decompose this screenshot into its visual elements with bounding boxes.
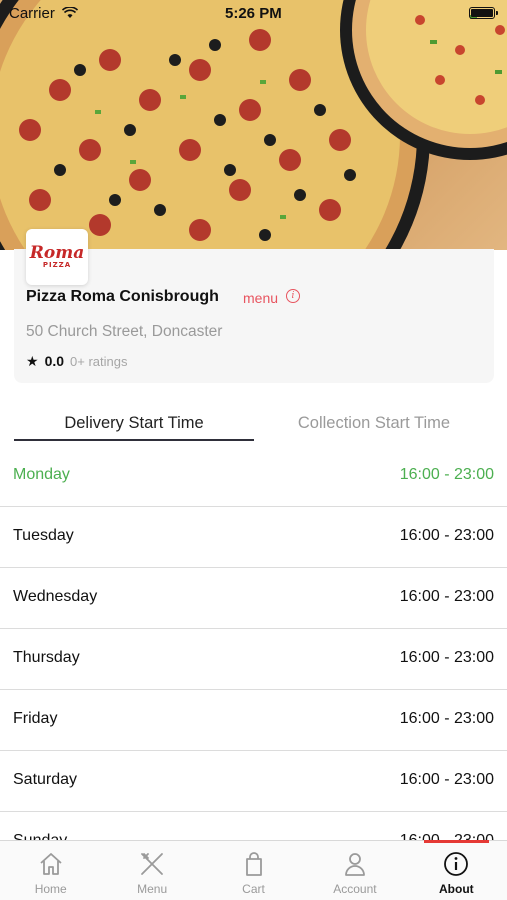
restaurant-info-card: Roma PIZZA Pizza Roma Conisbrough menu i…: [14, 229, 494, 383]
day-label: Wednesday: [13, 588, 98, 605]
day-label: Saturday: [13, 771, 78, 788]
tab-label: Account: [333, 882, 377, 896]
clock-time: 5:26 PM: [225, 5, 282, 22]
tab-about[interactable]: About: [406, 840, 507, 900]
status-bar: Carrier 5:26 PM: [0, 0, 507, 26]
day-label: Friday: [13, 710, 58, 727]
time-range: 16:00 - 23:00: [400, 832, 494, 840]
ratings-count: 0+ ratings: [70, 354, 128, 369]
restaurant-logo: Roma PIZZA: [26, 229, 88, 285]
hours-row: Sunday 16:00 - 23:00: [0, 812, 507, 840]
restaurant-name: Pizza Roma Conisbrough: [26, 288, 219, 305]
hours-row: Monday 16:00 - 23:00: [0, 446, 507, 507]
tab-collection-start-time[interactable]: Collection Start Time: [254, 405, 494, 441]
menu-link[interactable]: menu: [243, 290, 278, 306]
rating-row: ★ 0.0 0+ ratings: [26, 353, 127, 370]
battery-icon: [469, 7, 498, 19]
hours-row: Friday 16:00 - 23:00: [0, 690, 507, 751]
tab-label: Cart: [242, 882, 265, 896]
day-label: Tuesday: [13, 527, 74, 544]
hours-row: Saturday 16:00 - 23:00: [0, 751, 507, 812]
tab-home[interactable]: Home: [0, 841, 101, 900]
tab-account[interactable]: Account: [304, 841, 405, 900]
tab-delivery-start-time[interactable]: Delivery Start Time: [14, 405, 254, 441]
hero-pizza-image: [0, 0, 507, 250]
time-range: 16:00 - 23:00: [399, 649, 494, 666]
day-label: Monday: [13, 466, 70, 483]
info-icon[interactable]: i: [286, 289, 300, 303]
tab-label: Menu: [137, 882, 168, 896]
hours-row: Tuesday 16:00 - 23:00: [0, 507, 507, 568]
time-range: 16:00 - 23:00: [399, 771, 494, 788]
rating-score: 0.0: [44, 353, 65, 369]
bottom-tab-bar: Home Menu Cart Account About: [0, 840, 507, 900]
home-icon: [40, 853, 62, 875]
opening-hours-list: Monday 16:00 - 23:00 Tuesday 16:00 - 23:…: [0, 446, 507, 840]
restaurant-address: 50 Church Street, Doncaster: [26, 323, 223, 340]
bag-icon: [245, 852, 262, 876]
tab-label: About: [439, 882, 474, 896]
day-label: Thursday: [13, 649, 80, 666]
info-icon: [444, 852, 469, 876]
person-icon: [345, 853, 365, 876]
carrier-label: Carrier: [9, 5, 55, 22]
tab-cart[interactable]: Cart: [203, 841, 304, 900]
logo-text-top: Roma: [29, 243, 85, 263]
time-range: 16:00 - 23:00: [399, 588, 494, 605]
tab-label: Home: [34, 882, 67, 896]
wifi-icon: [61, 6, 79, 23]
fork-knife-icon: [141, 853, 164, 875]
day-label: Sunday: [13, 832, 67, 840]
time-range: 16:00 - 23:00: [399, 466, 494, 483]
star-icon: ★: [26, 353, 39, 369]
time-range: 16:00 - 23:00: [399, 527, 494, 544]
logo-text-bottom: PIZZA: [42, 261, 72, 269]
hours-row: Wednesday 16:00 - 23:00: [0, 568, 507, 629]
time-range: 16:00 - 23:00: [399, 710, 494, 727]
tab-menu[interactable]: Menu: [101, 841, 202, 900]
hours-row: Thursday 16:00 - 23:00: [0, 629, 507, 690]
time-tabs: Delivery Start Time Collection Start Tim…: [14, 405, 494, 441]
